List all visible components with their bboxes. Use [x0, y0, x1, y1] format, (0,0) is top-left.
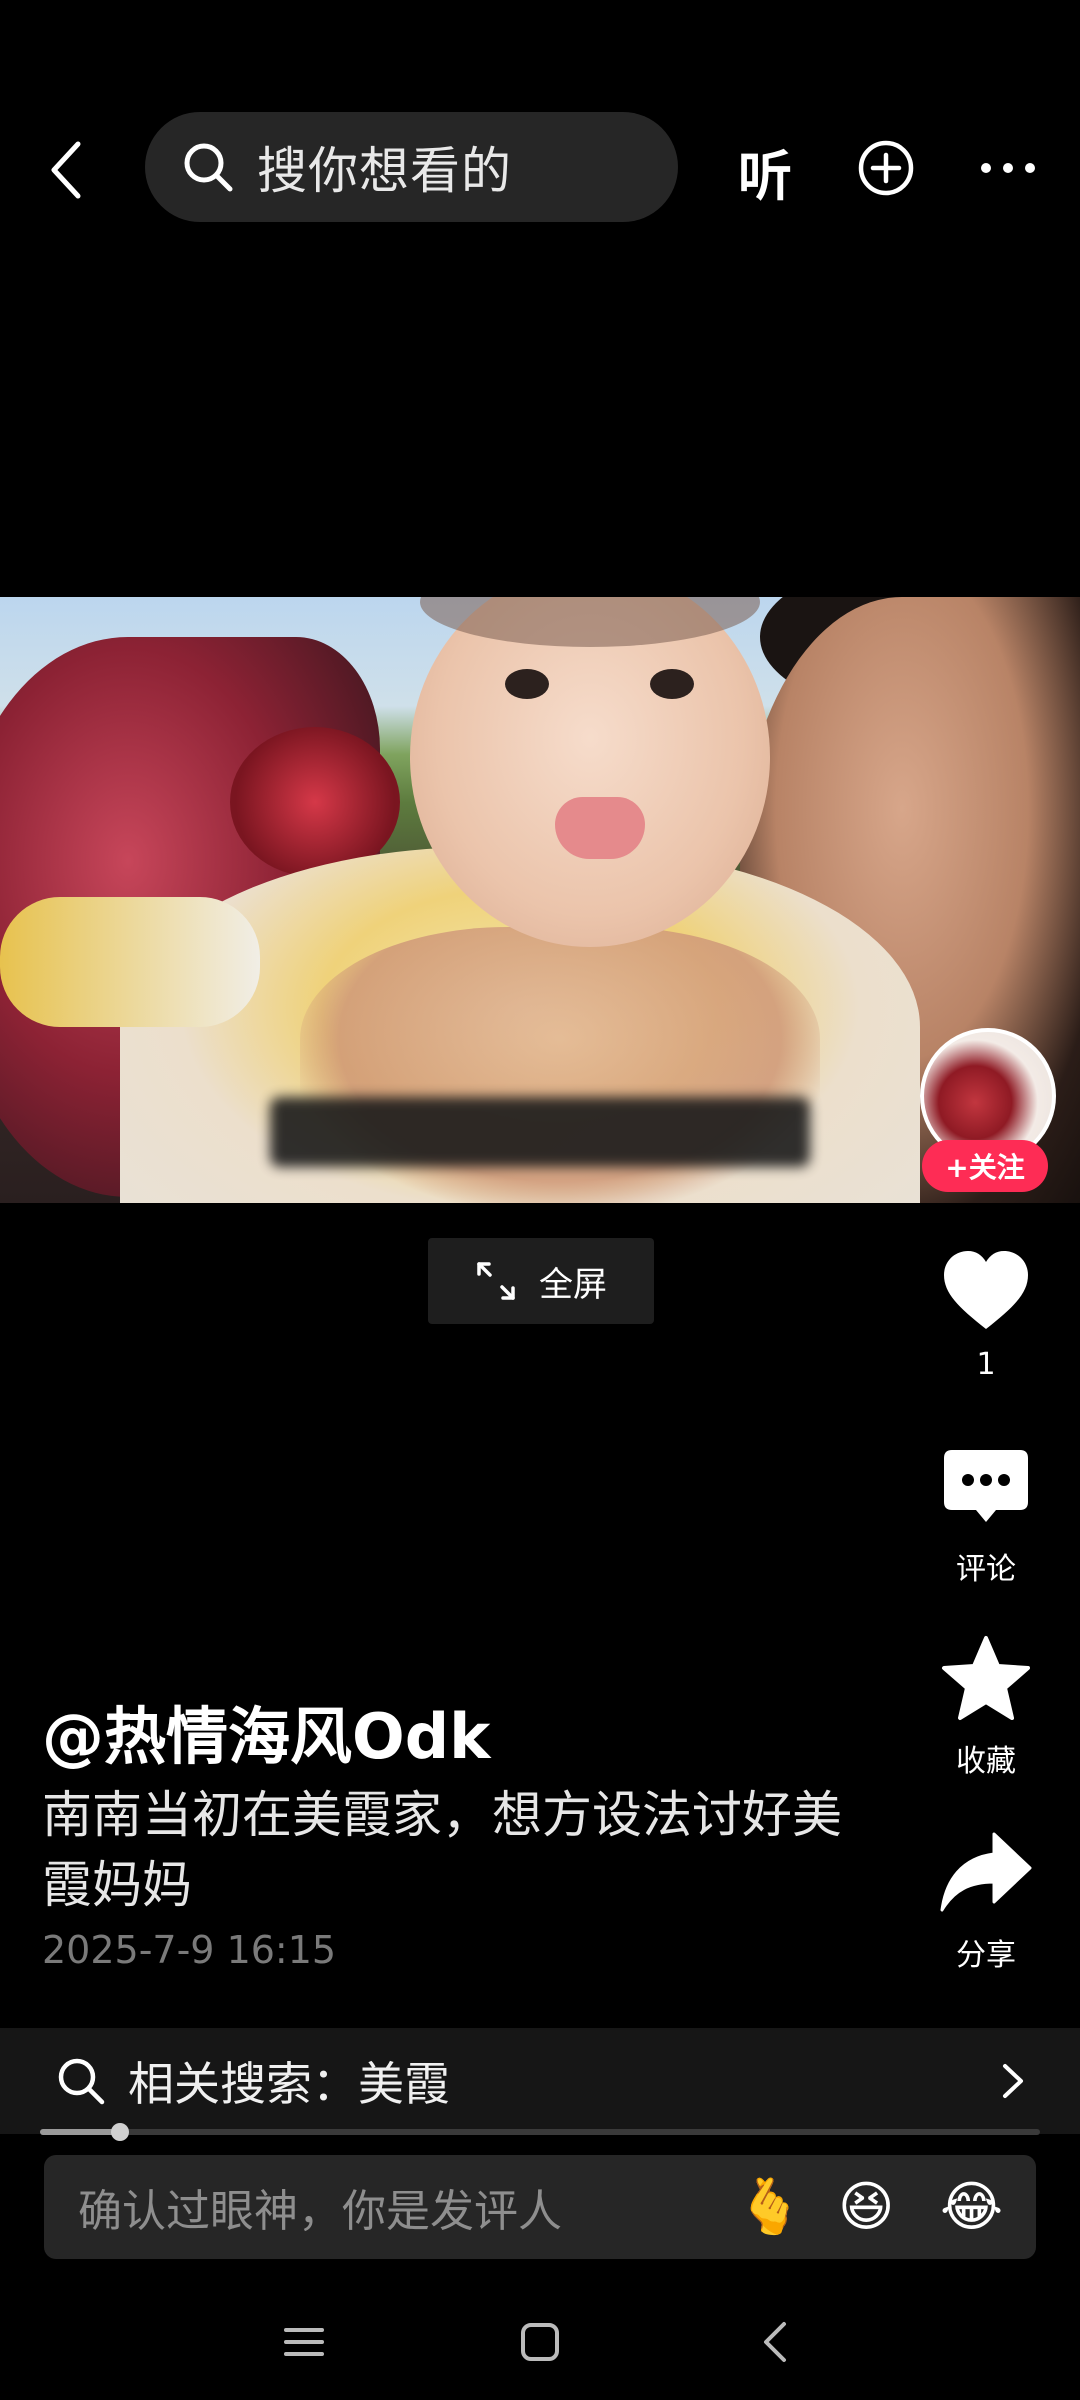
video-description: 南南当初在美霞家，想方设法讨好美霞妈妈: [42, 1786, 842, 1914]
emoji-finger-heart[interactable]: 🫰: [736, 2175, 803, 2239]
comment-icon: [944, 1450, 1028, 1522]
share-label: 分享: [956, 1938, 1016, 1973]
home-button[interactable]: [510, 2312, 570, 2372]
video-progress-bar[interactable]: [40, 2123, 1040, 2141]
favorite-button[interactable]: 收藏: [930, 1632, 1042, 1780]
share-button[interactable]: 分享: [930, 1826, 1042, 1974]
add-button[interactable]: [856, 138, 916, 198]
heart-icon: [944, 1251, 1028, 1329]
comment-button[interactable]: 评论: [930, 1440, 1042, 1588]
post-timestamp: 2025-7-9 16:15: [42, 1928, 337, 1972]
recents-button[interactable]: [274, 2312, 334, 2372]
like-count: 1: [976, 1347, 996, 1382]
system-navigation-bar: [0, 2300, 1080, 2380]
comment-placeholder: 确认过眼神，你是发评人: [78, 2186, 562, 2237]
back-button[interactable]: [36, 130, 96, 210]
progress-knob[interactable]: [111, 2123, 129, 2141]
follow-button[interactable]: +关注: [922, 1140, 1048, 1192]
star-icon: [942, 1636, 1030, 1720]
video-subtitle-blurred: [270, 1097, 810, 1167]
fullscreen-button[interactable]: 全屏: [428, 1238, 654, 1324]
menu-icon: [284, 2328, 324, 2356]
comment-input[interactable]: 确认过眼神，你是发评人 🫰 😆 😂: [44, 2155, 1036, 2259]
search-placeholder: 搜你想看的: [257, 142, 512, 200]
emoji-laughing[interactable]: 😆: [838, 2175, 894, 2238]
listen-button[interactable]: 听: [738, 132, 792, 211]
like-button[interactable]: 1: [930, 1243, 1042, 1382]
video-baby-tongue: [555, 797, 645, 859]
expand-icon: [477, 1262, 515, 1300]
add-circle-icon: [858, 140, 914, 196]
home-square-icon: [521, 2323, 559, 2361]
progress-fill: [40, 2129, 120, 2135]
search-icon: [184, 143, 233, 192]
search-icon: [58, 2058, 105, 2105]
video-player[interactable]: [0, 597, 1080, 1203]
system-back-icon: [764, 2322, 786, 2362]
more-icon: [981, 163, 1035, 173]
comment-label: 评论: [956, 1552, 1016, 1587]
related-search-text: 相关搜索：美霞: [128, 2057, 450, 2111]
share-icon: [940, 1832, 1032, 1912]
chevron-right-icon: [1003, 2064, 1023, 2098]
more-button[interactable]: [978, 138, 1038, 198]
video-baby-eye-right: [650, 669, 694, 699]
back-icon: [51, 141, 81, 199]
search-bar[interactable]: 搜你想看的: [145, 112, 678, 222]
system-back-button[interactable]: [746, 2312, 806, 2372]
related-search-bar[interactable]: 相关搜索：美霞: [0, 2028, 1080, 2134]
video-baby-arm: [0, 897, 260, 1027]
favorite-label: 收藏: [956, 1744, 1016, 1779]
video-baby-eye-left: [505, 669, 549, 699]
fullscreen-label: 全屏: [539, 1264, 607, 1305]
author-name[interactable]: @热情海风Odk: [42, 1686, 490, 1776]
emoji-tears-of-joy[interactable]: 😂: [940, 2175, 1003, 2238]
